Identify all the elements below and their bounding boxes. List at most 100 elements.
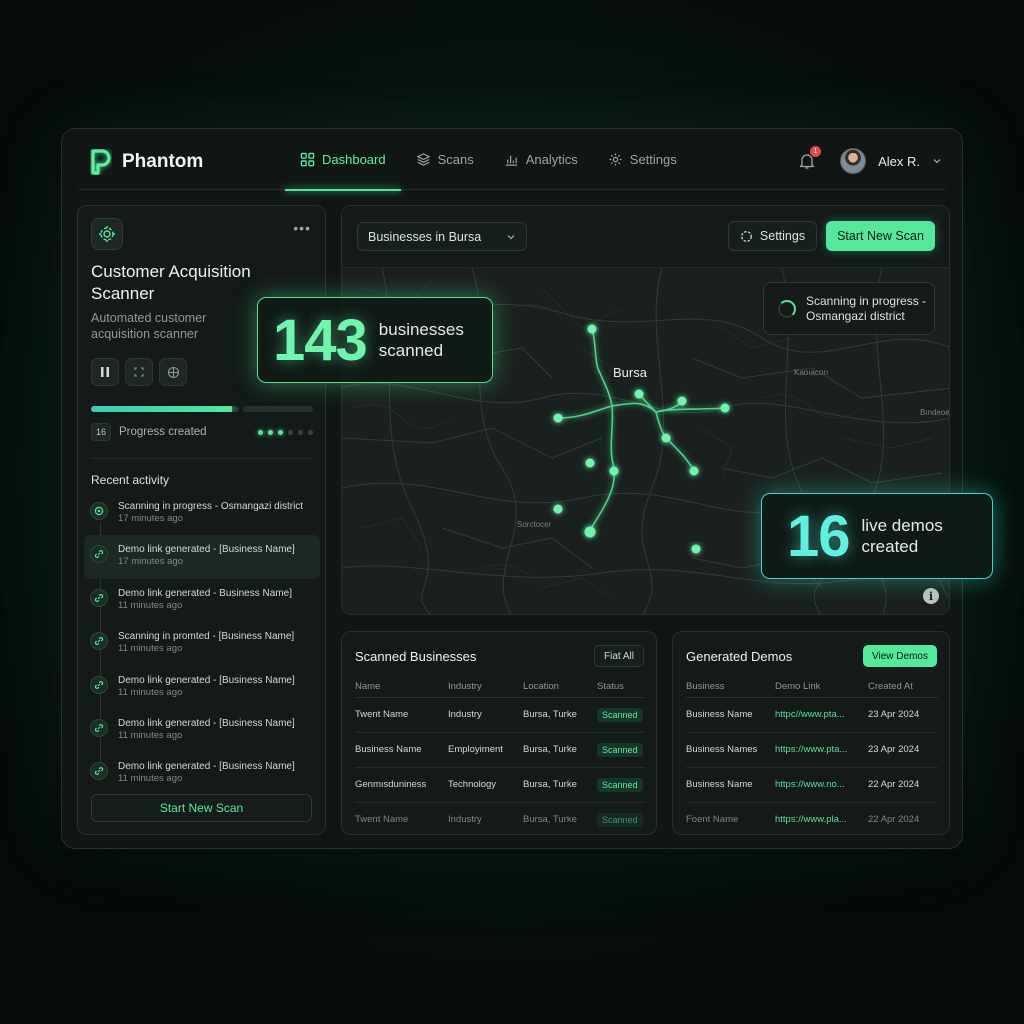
demo-link[interactable]: https://www.pta... <box>775 744 847 755</box>
scanned-businesses-title: Scanned Businesses <box>355 649 477 664</box>
nav-analytics[interactable]: Analytics <box>489 129 593 190</box>
column-header[interactable]: Demo Link <box>775 677 868 698</box>
pause-button[interactable] <box>91 358 119 386</box>
activity-text: Demo link generated - [Business Name] <box>118 717 295 729</box>
table-cell: https://www.no... <box>775 767 868 803</box>
table-cell: https://www.pta... <box>775 732 868 768</box>
table-row[interactable]: Genmısduniness Technology Bursa, Turke Scan… <box>355 767 645 803</box>
activity-text: Demo link generated - [Business Name] <box>118 674 295 686</box>
cell-text: Bursa, Turke <box>523 709 577 720</box>
table-cell: Scanned <box>597 732 645 768</box>
table-cell: Bursa, Turke <box>523 732 597 768</box>
table-row[interactable]: Twent Name Industry Bursa, Turke Scanned <box>355 697 645 733</box>
table-row[interactable]: Twent Name Industry Bursa, Turke Scanned <box>355 802 645 837</box>
map-settings-button[interactable]: Settings <box>728 221 817 251</box>
logo[interactable]: Phantom <box>90 149 203 175</box>
activity-text: Scanning in promted - [Business Name] <box>118 631 295 643</box>
expand-button[interactable] <box>125 358 153 386</box>
column-header[interactable]: Location <box>523 677 597 698</box>
nav-scans-label: Scans <box>437 152 474 167</box>
user-name[interactable]: Alex R. <box>878 154 920 169</box>
recent-activity-title: Recent activity <box>91 473 170 487</box>
businesses-scanned-stat: 143 businesses scanned <box>257 297 493 383</box>
location-select-value: Businesses in Bursa <box>368 229 482 244</box>
chevron-down-icon[interactable] <box>932 156 942 166</box>
start-new-scan-button[interactable]: Start New Scan <box>91 794 312 822</box>
demo-link[interactable]: httpc//www.pta... <box>775 709 845 720</box>
stat-label: live demos created <box>861 516 943 556</box>
link-icon <box>90 675 108 694</box>
info-icon[interactable]: i <box>923 588 939 604</box>
target-icon <box>167 366 179 378</box>
table-cell: Business Name <box>686 697 775 733</box>
cell-text: Industry <box>448 814 482 826</box>
grid-icon <box>300 152 315 167</box>
column-header[interactable]: Created At <box>868 677 938 698</box>
cell-text: 23 Apr 2024 <box>868 744 920 755</box>
notifications-button[interactable]: 1 <box>798 146 822 170</box>
table-cell: Foent Name <box>686 802 775 837</box>
column-header[interactable]: Industry <box>448 677 523 698</box>
layers-icon <box>416 153 431 166</box>
location-select[interactable]: Businesses in Bursa <box>357 222 527 251</box>
column-header[interactable]: Business <box>686 677 775 698</box>
nav-settings[interactable]: Settings <box>593 129 692 190</box>
activity-time: 11 minutes ago <box>118 773 183 785</box>
more-options-icon[interactable]: ••• <box>293 220 311 236</box>
column-header[interactable]: Name <box>355 677 448 698</box>
status-badge: Scanned <box>597 777 643 792</box>
generated-demos-table: Business Demo Link Created At Business N… <box>686 677 938 837</box>
table-cell: Industry <box>448 802 523 837</box>
activity-item[interactable]: Demo link generated - [Business Name] 17 … <box>84 535 320 579</box>
step-dot <box>268 429 273 435</box>
table-row[interactable]: Business Name Employiment Bursa, Turke Scan… <box>355 732 645 768</box>
progress-count: 16 <box>91 423 111 441</box>
table-cell: Scanned <box>597 767 645 803</box>
activity-item[interactable]: Scanning in promted - [Business Name] 11 … <box>84 622 320 665</box>
activity-item[interactable]: Demo link generated - [Business Name] 11 … <box>84 709 320 752</box>
nav-analytics-label: Analytics <box>525 152 578 167</box>
pause-icon <box>101 367 109 377</box>
scan-status-chip: Scanning in progress - Osmangazi distric… <box>763 282 935 335</box>
activity-text: Demo link generated - [Business Name] <box>118 544 295 556</box>
nav-dashboard[interactable]: Dashboard <box>285 129 401 191</box>
phantom-logo-icon <box>91 149 111 175</box>
activity-item[interactable]: Demo link generated - [Business Name] 11 … <box>84 752 320 795</box>
radar-icon <box>90 502 108 520</box>
nav-scans[interactable]: Scans <box>401 129 489 190</box>
map-city-label: Bursa <box>613 365 647 380</box>
table-cell: 23 Apr 2024 <box>868 732 938 768</box>
table-row[interactable]: Business Names https://www.pta... 23 Apr 2… <box>686 732 938 768</box>
table-row[interactable]: Business Name httpc//www.pta... 23 Apr 202… <box>686 697 938 733</box>
table-cell: Scanned <box>597 802 645 837</box>
activity-item[interactable]: Demo link generated - Business Name] 11 m… <box>84 579 320 622</box>
cell-text: 22 Apr 2024 <box>868 779 920 790</box>
chart-icon <box>505 155 517 166</box>
step-dot <box>288 429 293 435</box>
target-button[interactable] <box>159 358 187 386</box>
divider <box>91 458 312 459</box>
activity-time: 11 minutes ago <box>118 686 183 698</box>
table-cell: Employiment <box>448 732 523 768</box>
cell-text: Business Name <box>686 709 753 720</box>
cell-text: Bursa, Turke <box>523 779 577 790</box>
table-row[interactable]: Business Name https://www.no... 22 Apr 202… <box>686 767 938 803</box>
avatar[interactable] <box>840 148 867 174</box>
app-name: Phantom <box>122 151 204 172</box>
view-demos-button[interactable]: View Demos <box>863 645 937 667</box>
table-cell: https://www.pla... <box>775 802 868 837</box>
scanner-icon <box>91 218 123 250</box>
table-row[interactable]: Foent Name https://www.pla... 22 Apr 2024 <box>686 802 938 837</box>
main-nav: Dashboard Scans Analytics Settings <box>285 129 692 191</box>
column-header[interactable]: Status <box>597 677 645 698</box>
activity-item[interactable]: Scanning in progress - Osmangazi distric… <box>84 492 320 535</box>
demo-link[interactable]: https://www.pla... <box>775 814 847 825</box>
demo-link[interactable]: https://www.no... <box>775 779 845 790</box>
activity-time: 11 minutes ago <box>118 599 183 611</box>
activity-item[interactable]: Demo link generated - [Business Name] 11 … <box>84 666 320 709</box>
filter-all-button[interactable]: Fiat All <box>594 645 644 667</box>
table-cell: 22 Apr 2024 <box>868 767 938 803</box>
map-start-scan-button[interactable]: Start New Scan <box>826 221 935 251</box>
notification-badge: 1 <box>810 146 822 157</box>
spinner-icon <box>778 299 796 318</box>
